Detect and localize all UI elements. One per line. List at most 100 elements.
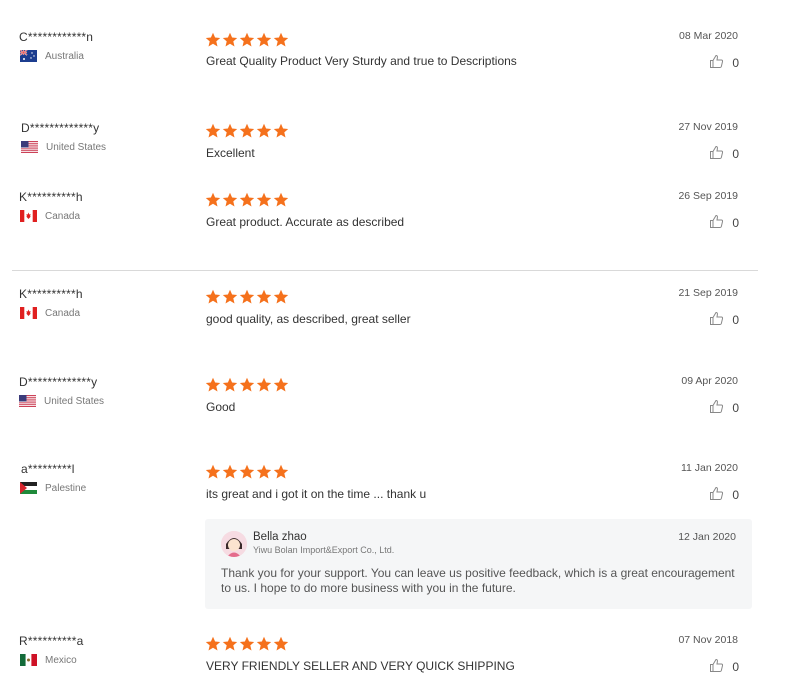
like-button[interactable]: 0 bbox=[709, 658, 739, 676]
star-icon bbox=[256, 289, 273, 310]
star-icon bbox=[273, 464, 290, 485]
review-date: 07 Nov 2018 bbox=[678, 634, 738, 646]
star-icon bbox=[222, 636, 239, 657]
star-icon bbox=[205, 32, 222, 53]
star-icon bbox=[256, 32, 273, 53]
star-icon bbox=[205, 636, 222, 657]
flag-icon bbox=[20, 307, 37, 319]
review-date: 08 Mar 2020 bbox=[679, 30, 738, 42]
star-icon bbox=[222, 377, 239, 398]
flag-icon bbox=[20, 654, 37, 666]
review-date: 27 Nov 2019 bbox=[678, 121, 738, 133]
like-count: 0 bbox=[732, 401, 739, 415]
flag-icon bbox=[20, 50, 37, 62]
star-icon bbox=[273, 289, 290, 310]
star-icon bbox=[239, 32, 256, 53]
flag-icon bbox=[21, 141, 38, 153]
review-text: good quality, as described, great seller bbox=[206, 312, 411, 326]
star-icon bbox=[239, 123, 256, 144]
star-icon bbox=[256, 123, 273, 144]
flag-icon bbox=[20, 210, 37, 222]
country-label: Canada bbox=[45, 210, 81, 222]
rating-stars bbox=[205, 192, 290, 213]
star-icon bbox=[222, 192, 239, 213]
reviewer-name: a*********l bbox=[21, 462, 75, 476]
thumbs-up-icon bbox=[709, 486, 732, 504]
seller-avatar-icon bbox=[221, 531, 247, 557]
like-count: 0 bbox=[732, 313, 739, 327]
country-label: Palestine bbox=[45, 482, 87, 494]
like-count: 0 bbox=[732, 216, 739, 230]
review-date: 11 Jan 2020 bbox=[680, 462, 738, 474]
reviewer-name: D*************y bbox=[19, 375, 98, 389]
star-icon bbox=[222, 289, 239, 310]
like-button[interactable]: 0 bbox=[709, 54, 739, 72]
star-icon bbox=[222, 123, 239, 144]
star-icon bbox=[256, 636, 273, 657]
review-text: Excellent bbox=[206, 146, 255, 160]
star-icon bbox=[239, 192, 256, 213]
reviewer-name: R**********a bbox=[19, 634, 84, 648]
review-text: Good bbox=[206, 400, 236, 414]
thumbs-up-icon bbox=[709, 54, 732, 72]
like-count: 0 bbox=[732, 56, 739, 70]
like-button[interactable]: 0 bbox=[709, 145, 739, 163]
rating-stars bbox=[205, 32, 290, 53]
thumbs-up-icon bbox=[709, 145, 732, 163]
review-date: 26 Sep 2019 bbox=[678, 190, 738, 202]
thumbs-up-icon bbox=[709, 658, 732, 676]
star-icon bbox=[239, 636, 256, 657]
star-icon bbox=[273, 32, 290, 53]
flag-icon bbox=[20, 482, 37, 494]
divider bbox=[12, 270, 758, 271]
star-icon bbox=[205, 192, 222, 213]
rating-stars bbox=[205, 464, 290, 485]
like-button[interactable]: 0 bbox=[709, 486, 739, 504]
reviewer-country: Canada bbox=[20, 210, 80, 222]
country-label: United States bbox=[44, 395, 105, 407]
review-date: 09 Apr 2020 bbox=[681, 375, 738, 387]
seller-name: Bella zhao bbox=[253, 531, 307, 543]
reviewer-country: Canada bbox=[20, 307, 80, 319]
star-icon bbox=[239, 464, 256, 485]
reviewer-name: D*************y bbox=[21, 121, 100, 135]
star-icon bbox=[205, 377, 222, 398]
seller-company: Yiwu Bolan Import&Export Co., Ltd. bbox=[253, 545, 395, 555]
star-icon bbox=[205, 123, 222, 144]
like-button[interactable]: 0 bbox=[709, 399, 739, 417]
star-icon bbox=[273, 377, 290, 398]
star-icon bbox=[205, 289, 222, 310]
country-label: Canada bbox=[45, 307, 81, 319]
star-icon bbox=[273, 192, 290, 213]
star-icon bbox=[222, 32, 239, 53]
like-button[interactable]: 0 bbox=[709, 311, 739, 329]
star-icon bbox=[256, 192, 273, 213]
review-text: Great Quality Product Very Sturdy and tr… bbox=[206, 54, 517, 68]
reviewer-country: United States bbox=[21, 141, 106, 153]
like-count: 0 bbox=[732, 147, 739, 161]
flag-icon bbox=[19, 395, 36, 407]
thumbs-up-icon bbox=[709, 214, 732, 232]
rating-stars bbox=[205, 289, 290, 310]
seller-reply: Bella zhao Yiwu Bolan Import&Export Co.,… bbox=[205, 519, 752, 609]
reviewer-name: K**********h bbox=[19, 287, 83, 301]
star-icon bbox=[205, 464, 222, 485]
reviewer-country: Mexico bbox=[20, 654, 77, 666]
country-label: Australia bbox=[45, 50, 84, 62]
review-date: 21 Sep 2019 bbox=[678, 287, 738, 299]
reviewer-name: C************n bbox=[19, 30, 94, 44]
like-count: 0 bbox=[732, 660, 739, 674]
reply-text: Thank you for your support. You can leav… bbox=[221, 566, 735, 595]
reviewer-name: K**********h bbox=[19, 190, 83, 204]
review-text: Great product. Accurate as described bbox=[206, 215, 405, 229]
thumbs-up-icon bbox=[709, 311, 732, 329]
review-text: its great and i got it on the time ... t… bbox=[206, 487, 427, 501]
like-button[interactable]: 0 bbox=[709, 214, 739, 232]
rating-stars bbox=[205, 377, 290, 398]
reviewer-country: Australia bbox=[20, 50, 84, 62]
star-icon bbox=[273, 123, 290, 144]
like-count: 0 bbox=[732, 488, 739, 502]
rating-stars bbox=[205, 123, 290, 144]
country-label: Mexico bbox=[45, 654, 77, 666]
star-icon bbox=[273, 636, 290, 657]
